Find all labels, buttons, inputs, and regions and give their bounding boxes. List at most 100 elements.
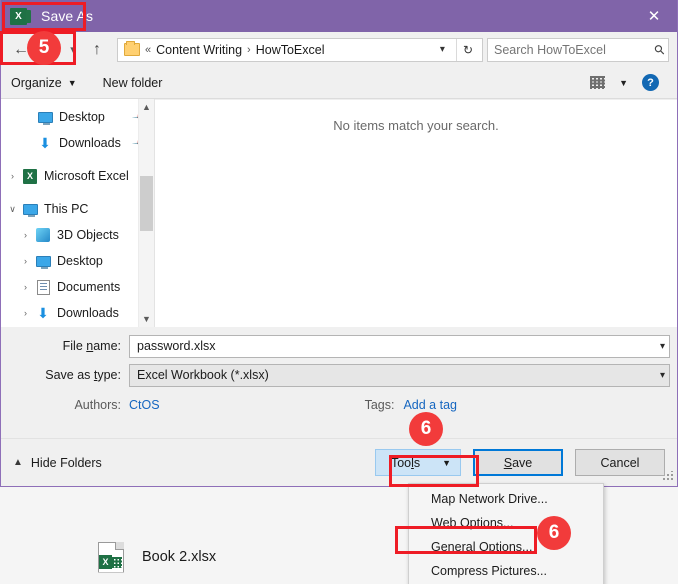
sidebar-item-this-pc[interactable]: ∨ This PC bbox=[1, 196, 154, 222]
save-as-type-label: Save as type: bbox=[45, 368, 121, 382]
twisty[interactable]: › bbox=[4, 171, 21, 181]
address-bar[interactable]: « Content Writing › HowToExcel ▾ ↻ bbox=[117, 37, 483, 62]
chevron-down-icon[interactable]: ▾ bbox=[654, 341, 665, 352]
sidebar-item-label: Documents bbox=[57, 280, 121, 294]
recent-locations-button[interactable]: ▾ bbox=[63, 36, 83, 64]
save-as-dialog: X Save As ✕ ← → ▾ ↑ « Content Writing › … bbox=[0, 0, 678, 487]
tools-button[interactable]: Tools ▼ bbox=[375, 449, 461, 476]
breadcrumb-content-writing[interactable]: Content Writing bbox=[156, 43, 242, 57]
help-icon[interactable]: ? bbox=[642, 74, 659, 91]
chevron-down-icon: ▼ bbox=[67, 77, 77, 88]
address-prefix: « bbox=[145, 43, 152, 56]
download-arrow-icon: ⬇ bbox=[39, 135, 51, 151]
twisty[interactable]: › bbox=[17, 256, 34, 266]
chevron-down-icon[interactable]: ▼ bbox=[139, 311, 154, 327]
tools-dropdown-menu: Map Network Drive... Web Options... Gene… bbox=[408, 483, 604, 584]
chevron-down-icon: ▼ bbox=[442, 457, 451, 468]
file-name-input[interactable]: password.xlsx ▾ bbox=[129, 334, 670, 358]
sidebar-item-desktop[interactable]: › Desktop bbox=[1, 248, 154, 274]
dialog-footer: ▲ Hide Folders Tools ▼ Save Cancel bbox=[1, 438, 677, 486]
authors-label: Authors: bbox=[74, 398, 121, 412]
sidebar-item-label: Desktop bbox=[59, 110, 105, 124]
sidebar-item-microsoft-excel[interactable]: › X Microsoft Excel bbox=[1, 163, 154, 189]
file-name-row: File name: password.xlsx ▾ bbox=[1, 334, 677, 358]
up-button[interactable]: ↑ bbox=[83, 36, 111, 64]
add-a-tag-link[interactable]: Add a tag bbox=[403, 398, 457, 412]
chevron-down-icon[interactable]: ▼ bbox=[619, 78, 628, 88]
cancel-button[interactable]: Cancel bbox=[575, 449, 665, 476]
twisty[interactable]: › bbox=[17, 282, 34, 292]
breadcrumb-separator: › bbox=[247, 43, 251, 56]
sidebar-item-label: Desktop bbox=[57, 254, 103, 268]
monitor-icon bbox=[34, 255, 52, 269]
new-folder-label: New folder bbox=[102, 75, 163, 90]
organize-label: Organize bbox=[11, 75, 62, 90]
navigation-tree: Desktop 📌 ⬇ Downloads 📌 › X Microsoft Ex… bbox=[1, 99, 154, 327]
menu-item-web-options[interactable]: Web Options... bbox=[409, 511, 603, 535]
tags-label: Tags: bbox=[364, 398, 395, 412]
sidebar-item-label: Downloads bbox=[57, 306, 119, 320]
save-button[interactable]: Save bbox=[473, 449, 563, 476]
save-as-type-value: Excel Workbook (*.xlsx) bbox=[137, 368, 269, 382]
tools-label: Tools bbox=[390, 455, 421, 470]
new-folder-button[interactable]: New folder bbox=[103, 76, 163, 90]
search-input[interactable] bbox=[494, 42, 655, 57]
sidebar-item-downloads-quick[interactable]: ⬇ Downloads 📌 bbox=[1, 130, 154, 156]
cube-icon bbox=[34, 228, 52, 242]
chevron-up-icon: ▲ bbox=[13, 457, 23, 468]
save-as-type-row: Save as type: Excel Workbook (*.xlsx) ▾ bbox=[1, 363, 677, 387]
search-box[interactable]: ⚲ bbox=[487, 37, 669, 62]
chevron-down-icon[interactable]: ▾ bbox=[654, 370, 665, 381]
monitor-icon bbox=[21, 203, 39, 217]
refresh-icon[interactable]: ↻ bbox=[455, 38, 479, 61]
menu-item-map-network-drive[interactable]: Map Network Drive... bbox=[409, 487, 603, 511]
breadcrumb-howtoexcel[interactable]: HowToExcel bbox=[256, 43, 325, 57]
dialog-body: Desktop 📌 ⬇ Downloads 📌 › X Microsoft Ex… bbox=[1, 99, 677, 327]
sidebar-item-label: Downloads bbox=[59, 136, 121, 150]
scrollbar-thumb[interactable] bbox=[140, 176, 153, 231]
document-icon bbox=[34, 279, 52, 295]
pane-top-divider bbox=[155, 99, 677, 100]
chevron-down-icon[interactable]: ▾ bbox=[434, 44, 451, 55]
metadata-row: Authors: CtOS Tags: Add a tag bbox=[1, 394, 677, 416]
excel-file-icon: X bbox=[98, 541, 124, 573]
file-name: Book 2.xlsx bbox=[142, 549, 217, 565]
menu-item-general-options[interactable]: General Options... bbox=[409, 535, 603, 559]
file-name-value: password.xlsx bbox=[137, 339, 216, 353]
twisty[interactable]: › bbox=[17, 230, 34, 240]
navigation-bar: ← → ▾ ↑ « Content Writing › HowToExcel ▾… bbox=[1, 32, 677, 67]
resize-grip-icon[interactable] bbox=[662, 471, 673, 482]
annotation-badge-6-tools: 6 bbox=[409, 412, 443, 446]
chevron-up-icon[interactable]: ▲ bbox=[139, 99, 154, 115]
save-label: Save bbox=[503, 455, 533, 470]
sidebar-item-label: 3D Objects bbox=[57, 228, 119, 242]
sidebar-item-label: Microsoft Excel bbox=[44, 169, 129, 183]
menu-item-compress-pictures[interactable]: Compress Pictures... bbox=[409, 559, 603, 583]
file-list-pane[interactable]: No items match your search. bbox=[154, 99, 677, 327]
annotation-badge-6-general-options: 6 bbox=[537, 516, 571, 550]
sidebar-item-downloads[interactable]: › ⬇ Downloads bbox=[1, 300, 154, 326]
folder-icon bbox=[124, 41, 140, 56]
cancel-label: Cancel bbox=[600, 455, 640, 470]
hide-folders-button[interactable]: ▲ Hide Folders bbox=[13, 456, 102, 470]
authors-value[interactable]: CtOS bbox=[129, 398, 160, 412]
tree-scrollbar[interactable]: ▲ ▼ bbox=[138, 99, 154, 327]
dialog-title: Save As bbox=[41, 8, 94, 24]
empty-state-message: No items match your search. bbox=[333, 118, 499, 133]
twisty[interactable]: ∨ bbox=[4, 204, 21, 215]
sidebar-item-label: This PC bbox=[44, 202, 89, 216]
dialog-title-bar: X Save As ✕ bbox=[1, 0, 677, 32]
twisty[interactable]: › bbox=[17, 308, 34, 318]
organize-button[interactable]: Organize ▼ bbox=[11, 76, 77, 90]
hide-folders-label: Hide Folders bbox=[30, 455, 102, 470]
sidebar-item-desktop-quick[interactable]: Desktop 📌 bbox=[1, 104, 154, 130]
excel-icon: X bbox=[21, 168, 39, 184]
sidebar-item-documents[interactable]: › Documents bbox=[1, 274, 154, 300]
view-layout-icon[interactable] bbox=[590, 76, 606, 89]
save-as-type-select[interactable]: Excel Workbook (*.xlsx) ▾ bbox=[129, 363, 670, 387]
download-arrow-icon: ⬇ bbox=[37, 305, 49, 321]
sidebar-item-3d-objects[interactable]: › 3D Objects bbox=[1, 222, 154, 248]
command-bar: Organize ▼ New folder ▼ ? bbox=[1, 67, 677, 99]
file-name-label: File name: bbox=[62, 339, 121, 353]
close-icon[interactable]: ✕ bbox=[631, 0, 677, 32]
